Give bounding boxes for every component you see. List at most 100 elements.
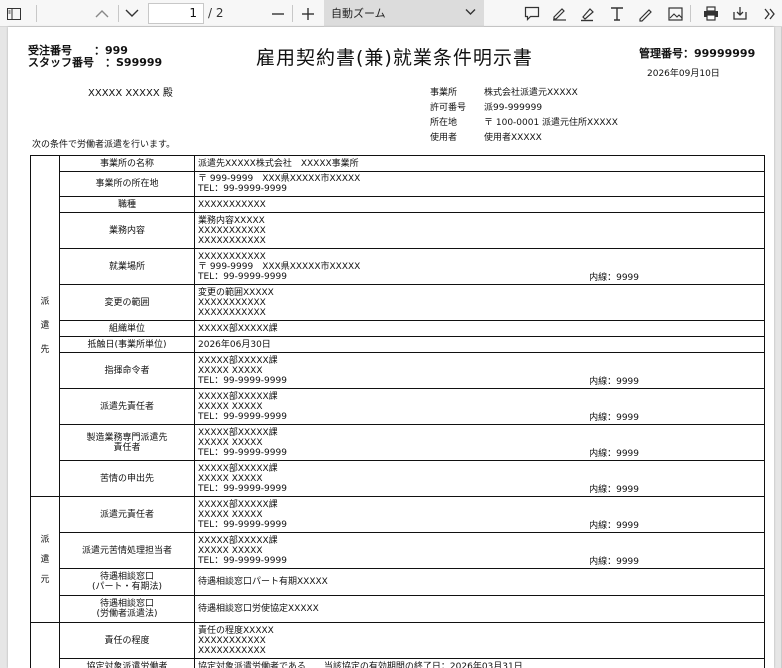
row-label-line: (パート・有期法) <box>91 582 163 592</box>
row-label-line: 抵触日(事業所単位) <box>87 339 167 350</box>
row-label: 職種 <box>59 196 195 213</box>
text-icon[interactable] <box>606 0 628 27</box>
more-icon[interactable] <box>760 0 780 27</box>
row-value-line: XXXXXXXXXXX <box>198 645 266 656</box>
row-label-line: 待遇相談窓口 <box>99 572 154 582</box>
row-label: 事業所の所在地 <box>59 171 195 197</box>
zoom-value: 自動ズーム <box>331 7 386 20</box>
section-label-char: 派 <box>40 297 50 307</box>
conditions-table: 派遣先事業所の名称 派遣先XXXXX株式会社 XXXXX事業所 事業所の所在地〒 9… <box>30 155 765 668</box>
save-icon[interactable] <box>729 0 751 27</box>
row-value-line: 変更の範囲XXXXX <box>198 287 274 298</box>
table-row: 就業場所 XXXXXXXXXXX 〒 999-9999 XXX県XXXXX市XXXX… <box>31 248 765 285</box>
chevron-up-icon[interactable] <box>92 0 112 27</box>
table-row: 製造業務専門派遣先 責任者 XXXXX部XXXXX課 XXXXX XXXXX TEL：9… <box>31 424 765 461</box>
print-icon[interactable] <box>700 0 722 27</box>
row-label: 製造業務専門派遣先 責任者 <box>59 424 195 461</box>
management-number: 管理番号：99999999 <box>639 47 756 60</box>
row-value-line: TEL：99-9999-9999 <box>198 411 287 422</box>
row-value-line: TEL：99-9999-9999 <box>198 447 287 458</box>
row-label-line: 事業所の名称 <box>99 158 154 169</box>
toolbar-divider <box>36 5 37 22</box>
row-value-line: XXXXX部XXXXX課 <box>198 323 278 334</box>
minus-icon[interactable] <box>268 0 288 27</box>
section-label-char: 元 <box>40 574 50 585</box>
row-value-line: 待遇相談窓口パート有期XXXXX <box>198 577 328 587</box>
table-row: 指揮命令者 XXXXX部XXXXX課 XXXXX XXXXX TEL：99-9999-… <box>31 352 765 389</box>
address-value: 〒 100-0001 派遣元住所XXXXX <box>484 118 618 128</box>
sidebar-toggle-icon[interactable] <box>4 0 24 27</box>
section-label-client: 派遣先 <box>30 155 60 497</box>
row-value-line: TEL：99-9999-9999 <box>198 184 287 194</box>
table-row: 派遣先 事業所の名称 派遣先XXXXX株式会社 XXXXX事業所 <box>30 155 765 497</box>
extension-number: 内線：9999 <box>589 413 639 423</box>
extension-number: 内線：9999 <box>589 273 639 283</box>
row-value: XXXXXXXXXXX <box>194 196 765 213</box>
staff-number-value: ：S99999 <box>105 56 163 69</box>
row-label: 事業所の名称 <box>59 155 195 172</box>
table-row: 待遇相談窓口 (パート・有期法) 待遇相談窓口パート有期XXXXX <box>31 568 765 596</box>
row-value-line: XXXXXXXXXXX <box>198 251 266 262</box>
row-label: 派遣先責任者 <box>59 388 195 425</box>
row-value-line: XXXXX XXXXX <box>198 545 263 556</box>
row-label: 苦情の申出先 <box>59 460 195 497</box>
section-label-char: 遣 <box>40 554 50 565</box>
row-label: 業務内容 <box>59 212 195 249</box>
row-value-line: 派遣先XXXXX株式会社 XXXXX事業所 <box>198 158 359 169</box>
row-value: XXXXX部XXXXX課 XXXXX XXXXX TEL：99-9999-9999 内… <box>194 460 765 497</box>
row-label: 抵触日(事業所単位) <box>59 336 195 353</box>
row-value: XXXXX部XXXXX課 XXXXX XXXXX TEL：99-9999-9999 内… <box>194 496 765 533</box>
row-value-line: XXXXXXXXXXX <box>198 199 266 210</box>
intro-text: 次の条件で労働者派遣を行います。 <box>32 140 176 150</box>
office-value: 株式会社派遣元XXXXX <box>484 88 578 98</box>
row-value-line: 〒 999-9999 XXX県XXXXX市XXXXX <box>198 174 361 184</box>
row-value-line: TEL：99-9999-9999 <box>198 519 287 530</box>
draw-icon[interactable] <box>634 0 656 27</box>
plus-icon[interactable] <box>298 0 318 27</box>
row-value: 2026年06月30日 <box>194 336 765 353</box>
highlight-icon[interactable] <box>576 0 598 27</box>
row-value-line: TEL：99-9999-9999 <box>198 271 287 282</box>
row-label: 待遇相談窓口 (パート・有期法) <box>59 568 195 596</box>
table-row: 派遣元苦情処理担当者 XXXXX部XXXXX課 XXXXX XXXXX TEL：99-… <box>31 532 765 569</box>
page-number-input[interactable]: 1 <box>148 3 204 24</box>
row-label-line: 協定対象派遣労働者 <box>86 661 168 668</box>
table-row: 組織単位 XXXXX部XXXXX課 <box>31 320 765 337</box>
permit-value: 派99-999999 <box>484 103 543 113</box>
toolbar-divider <box>118 5 119 22</box>
signature-icon[interactable] <box>548 0 570 27</box>
zoom-select[interactable]: 自動ズーム <box>324 0 484 27</box>
row-value-line: XXXXX XXXXX <box>198 473 263 484</box>
row-value-line: XXXXX XXXXX <box>198 437 263 448</box>
row-label-line: 指揮命令者 <box>104 365 150 376</box>
row-value-line: 協定対象派遣労働者である 当該協定の有効期間の終了日：2026年03月31日 <box>198 661 523 668</box>
table-row: 責任の程度 責任の程度XXXXX XXXXXXXXXXX XXXXXXXXXXX <box>30 622 765 668</box>
chevron-down-icon <box>465 9 476 15</box>
row-label-line: 組織単位 <box>108 323 145 334</box>
row-value-line: XXXXXXXXXXX <box>198 635 266 646</box>
chevron-down-icon[interactable] <box>122 0 142 27</box>
permit-label: 許可番号 <box>430 103 467 113</box>
extension-number: 内線：9999 <box>589 485 639 495</box>
permit-line: 許可番号 派99-999999 <box>430 100 542 113</box>
row-value-line: XXXXX部XXXXX課 <box>198 499 278 510</box>
row-value: XXXXX部XXXXX課 XXXXX XXXXX TEL：99-9999-9999 内… <box>194 352 765 389</box>
row-label-line: 待遇相談窓口 <box>99 599 154 609</box>
row-value: 待遇相談窓口パート有期XXXXX <box>194 568 765 596</box>
table-row: 事業所の所在地 〒 999-9999 XXX県XXXXX市XXXXX TEL：99-… <box>31 171 765 197</box>
row-value-line: XXXXXXXXXXX <box>198 235 266 246</box>
issue-date: 2026年09月10日 <box>647 69 720 79</box>
image-icon[interactable] <box>664 0 686 27</box>
row-value: XXXXX部XXXXX課 XXXXX XXXXX TEL：99-9999-9999 内… <box>194 532 765 569</box>
staff-number-label: スタッフ番号 <box>28 56 94 69</box>
page-total-label: / 2 <box>208 6 224 20</box>
row-value: 協定対象派遣労働者である 当該協定の有効期間の終了日：2026年03月31日 <box>194 658 765 668</box>
comment-icon[interactable] <box>521 0 543 27</box>
row-label-line: 業務内容 <box>108 225 145 236</box>
row-value-line: XXXXX部XXXXX課 <box>198 355 278 366</box>
section-label-char: 派 <box>40 534 50 545</box>
document-title: 雇用契約書(兼)就業条件明示書 <box>256 47 533 69</box>
row-value: 〒 999-9999 XXX県XXXXX市XXXXX TEL：99-9999-99… <box>194 171 765 197</box>
row-value: 業務内容XXXXX XXXXXXXXXXX XXXXXXXXXXX <box>194 212 765 249</box>
row-value: 待遇相談窓口労使協定XXXXX <box>194 595 765 623</box>
